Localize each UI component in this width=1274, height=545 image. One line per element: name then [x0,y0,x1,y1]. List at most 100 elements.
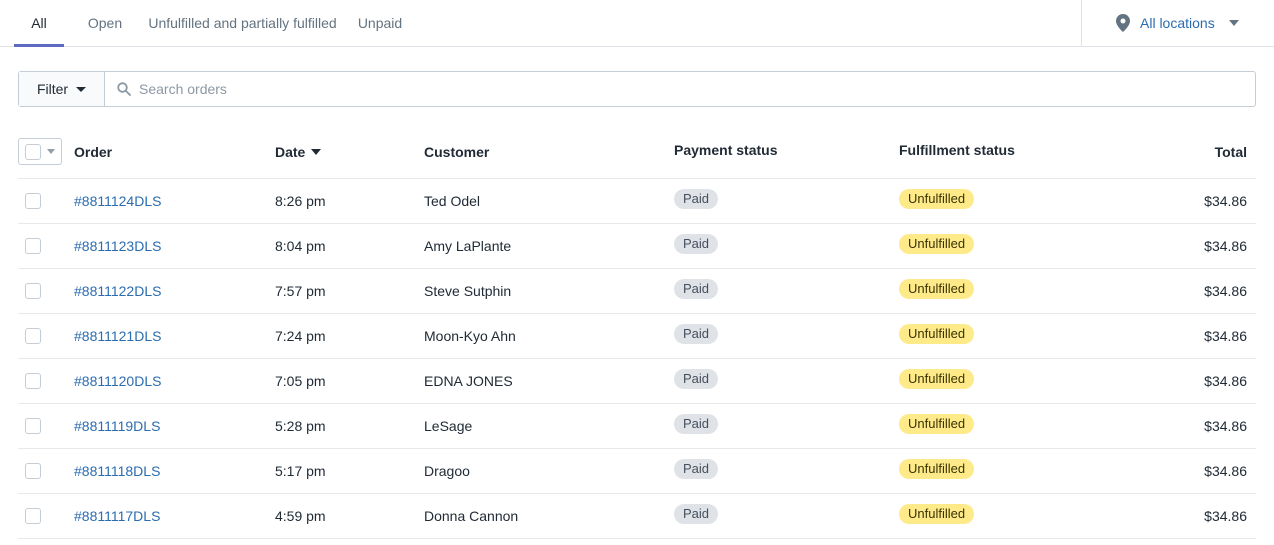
payment-status-badge: Paid [674,324,719,344]
order-cell: #8811121DLS [74,314,161,358]
row-checkbox-cell [25,269,41,313]
fulfillment-status-badge: Unfulfilled [899,234,975,254]
tab-open[interactable]: Open [80,0,130,46]
order-total: $34.86 [1204,508,1247,524]
order-link[interactable]: #8811122DLS [74,283,161,299]
column-header-date-label: Date [275,144,306,160]
row-checkbox[interactable] [25,373,41,389]
order-date: 4:59 pm [275,508,326,524]
order-link[interactable]: #8811118DLS [74,463,160,479]
order-link[interactable]: #8811121DLS [74,328,161,344]
customer-name: EDNA JONES [424,373,513,389]
customer-name: LeSage [424,418,473,434]
payment-status-cell: Paid [674,179,719,223]
table-row[interactable]: #8811123DLS 8:04 pm Amy LaPlante Paid Un… [18,224,1256,269]
bulk-select-checkbox[interactable] [18,138,62,165]
payment-status-cell: Paid [674,449,719,493]
customer-name: Dragoo [424,463,470,479]
payment-status-cell: Paid [674,359,719,403]
row-checkbox-cell [25,449,41,493]
order-total: $34.86 [1204,418,1247,434]
row-checkbox[interactable] [25,238,41,254]
fulfillment-status-badge: Unfulfilled [899,369,975,389]
fulfillment-status-cell: Unfulfilled [899,359,975,403]
payment-status-badge: Paid [674,369,719,389]
customer-name: Moon-Kyo Ahn [424,328,516,344]
fulfillment-status-badge: Unfulfilled [899,459,975,479]
table-row[interactable]: #8811117DLS 4:59 pm Donna Cannon Paid Un… [18,494,1256,539]
fulfillment-status-badge: Unfulfilled [899,414,975,434]
fulfillment-status-cell: Unfulfilled [899,449,975,493]
table-header: Order Date Customer Payment status Fulfi… [18,126,1256,179]
payment-status-cell: Paid [674,494,719,538]
map-pin-icon [1116,14,1130,32]
order-link[interactable]: #8811124DLS [74,193,161,209]
table-row[interactable]: #8811120DLS 7:05 pm EDNA JONES Paid Unfu… [18,359,1256,404]
order-tabs-bar: All Open Unfulfilled and partially fulfi… [0,0,1274,47]
search-field [105,72,1255,106]
customer-name: Steve Sutphin [424,283,512,299]
order-date: 5:17 pm [275,463,326,479]
fulfillment-status-badge: Unfulfilled [899,189,975,209]
row-checkbox-cell [25,224,41,268]
chevron-down-icon [76,86,87,92]
customer-name: Donna Cannon [424,508,519,524]
column-header-date[interactable]: Date [275,126,322,178]
table-row[interactable]: #8811121DLS 7:24 pm Moon-Kyo Ahn Paid Un… [18,314,1256,359]
payment-status-cell: Paid [674,269,719,313]
table-row[interactable]: #8811124DLS 8:26 pm Ted Odel Paid Unfulf… [18,179,1256,224]
row-checkbox[interactable] [25,283,41,299]
chevron-down-icon [47,149,55,154]
order-cell: #8811117DLS [74,494,160,538]
row-checkbox[interactable] [25,193,41,209]
payment-status-cell: Paid [674,224,719,268]
order-date: 8:04 pm [275,238,326,254]
row-checkbox-cell [25,494,41,538]
chevron-down-icon [1228,20,1239,26]
fulfillment-status-cell: Unfulfilled [899,179,975,223]
tab-unpaid[interactable]: Unpaid [352,0,408,46]
table-row[interactable]: #8811118DLS 5:17 pm Dragoo Paid Unfulfil… [18,449,1256,494]
payment-status-cell: Paid [674,404,719,448]
row-checkbox-cell [25,359,41,403]
order-link[interactable]: #8811123DLS [74,238,161,254]
checkbox [25,143,41,160]
payment-status-badge: Paid [674,414,719,434]
order-total: $34.86 [1204,193,1247,209]
fulfillment-status-badge: Unfulfilled [899,504,975,524]
orders-table: Order Date Customer Payment status Fulfi… [18,126,1256,539]
payment-status-badge: Paid [674,189,719,209]
order-date: 7:24 pm [275,328,326,344]
order-date: 7:05 pm [275,373,326,389]
location-selector[interactable]: All locations [1082,0,1274,46]
row-checkbox[interactable] [25,418,41,434]
row-checkbox[interactable] [25,463,41,479]
filter-button[interactable]: Filter [19,72,105,106]
row-checkbox[interactable] [25,508,41,524]
table-row[interactable]: #8811119DLS 5:28 pm LeSage Paid Unfulfil… [18,404,1256,449]
table-row[interactable]: #8811122DLS 7:57 pm Steve Sutphin Paid U… [18,269,1256,314]
order-link[interactable]: #8811117DLS [74,508,160,524]
order-total: $34.86 [1204,328,1247,344]
tab-all[interactable]: All [14,0,64,47]
order-total: $34.86 [1204,283,1247,299]
order-cell: #8811118DLS [74,449,160,493]
search-input[interactable] [139,81,1255,97]
fulfillment-status-badge: Unfulfilled [899,324,975,344]
customer-name: Amy LaPlante [424,238,512,254]
order-date: 5:28 pm [275,418,326,434]
order-date: 7:57 pm [275,283,326,299]
payment-status-badge: Paid [674,234,719,254]
payment-status-badge: Paid [674,279,719,299]
order-link[interactable]: #8811120DLS [74,373,161,389]
row-checkbox[interactable] [25,328,41,344]
tab-unfulfilled[interactable]: Unfulfilled and partially fulfilled [140,0,345,46]
order-cell: #8811119DLS [74,404,160,448]
filter-label: Filter [36,81,69,97]
order-total: $34.86 [1204,238,1247,254]
sort-down-icon [311,149,322,155]
column-header-fulfillment-status: Fulfillment status [899,142,1015,158]
fulfillment-status-cell: Unfulfilled [899,224,975,268]
location-label: All locations [1140,15,1215,31]
order-link[interactable]: #8811119DLS [74,418,160,434]
